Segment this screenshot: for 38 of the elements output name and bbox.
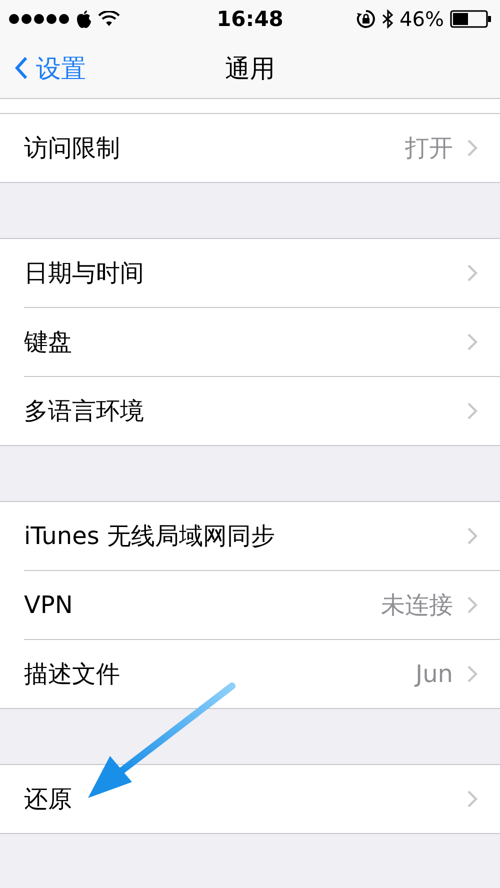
row-label: 多语言环境 <box>24 396 145 427</box>
back-button[interactable]: 设置 <box>0 52 86 84</box>
nav-title: 通用 <box>225 52 275 84</box>
row-label: 还原 <box>24 784 73 815</box>
row-label: 描述文件 <box>24 659 121 690</box>
row-label: 访问限制 <box>24 133 121 164</box>
chevron-icon <box>467 333 478 351</box>
battery-percent: 46% <box>400 7 444 31</box>
row-value: 打开 <box>405 133 453 164</box>
chevron-icon <box>467 596 478 614</box>
chevron-icon <box>467 264 478 282</box>
row-label: 键盘 <box>24 327 73 358</box>
bluetooth-icon <box>382 9 394 29</box>
back-chevron-icon <box>14 56 28 80</box>
settings-row[interactable]: 键盘 <box>24 307 500 376</box>
battery-icon <box>450 10 492 28</box>
wifi-icon <box>98 11 120 27</box>
settings-row[interactable]: 描述文件 Jun <box>24 639 500 708</box>
row-label: 日期与时间 <box>24 258 145 289</box>
row-label: VPN <box>24 591 74 619</box>
settings-row[interactable]: 日期与时间 <box>0 239 500 307</box>
settings-row[interactable]: 多语言环境 <box>24 376 500 445</box>
chevron-icon <box>467 139 478 157</box>
chevron-icon <box>467 402 478 420</box>
row-value: 未连接 <box>381 590 453 621</box>
settings-row[interactable]: 还原 <box>0 765 500 833</box>
row-label: iTunes 无线局域网同步 <box>24 521 276 552</box>
row-value: Jun <box>416 660 453 688</box>
settings-row[interactable]: iTunes 无线局域网同步 <box>0 502 500 570</box>
status-time: 16:48 <box>216 7 284 31</box>
signal-icon <box>8 13 70 25</box>
rotation-lock-icon <box>356 9 376 29</box>
carrier-logo-icon <box>76 10 92 28</box>
chevron-icon <box>467 527 478 545</box>
chevron-icon <box>467 665 478 683</box>
settings-row[interactable]: 访问限制 打开 <box>0 114 500 182</box>
chevron-icon <box>467 790 478 808</box>
settings-row[interactable]: VPN 未连接 <box>24 570 500 639</box>
